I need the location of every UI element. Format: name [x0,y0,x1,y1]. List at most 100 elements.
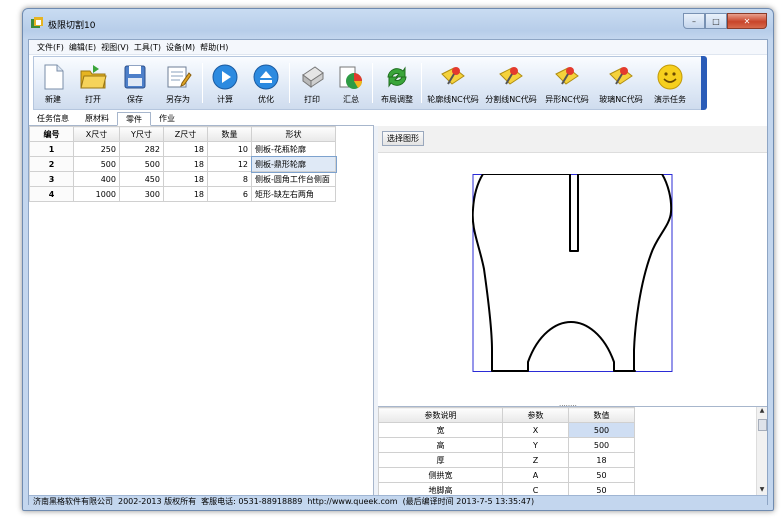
cell-x[interactable]: 500 [73,156,120,172]
column-header-z[interactable]: Z尺寸 [163,126,208,142]
cell-id[interactable]: 1 [29,141,74,157]
title-bar: 极限切割10 – □ ✕ [23,9,773,39]
chart-icon [339,66,363,89]
optimize-label: 优化 [258,95,274,104]
cell-y[interactable]: 300 [119,186,164,202]
menu-tools[interactable]: 工具(T) [134,42,161,53]
column-header-param[interactable]: 参数 [502,407,569,423]
cell-shape[interactable]: 侧板-鼎形轮廓 [250,155,337,173]
summary-button[interactable]: 汇总 [332,57,370,109]
print-button[interactable]: 打印 [292,57,332,109]
split-nc-button[interactable]: 分割线NC代码 [482,57,540,109]
maximize-button[interactable]: □ [705,13,727,29]
cell-value[interactable]: 500 [568,422,635,438]
demo-task-button[interactable]: 演示任务 [648,57,692,109]
cell-param: X [502,422,569,438]
close-button[interactable]: ✕ [727,13,767,29]
cell-shape[interactable]: 侧板-花瓶轮廓 [251,141,336,157]
save-as-button[interactable]: 另存为 [156,57,200,109]
tab-strip: 任务信息 原材料 零件 作业 [29,112,374,126]
menu-device[interactable]: 设备(M) [166,42,195,53]
cell-z[interactable]: 18 [163,156,208,172]
part-outline [472,174,673,372]
column-header-x[interactable]: X尺寸 [73,126,120,142]
scroll-up-icon[interactable]: ▲ [757,407,767,417]
column-header-value[interactable]: 数值 [568,407,635,423]
cell-y[interactable]: 282 [119,141,164,157]
status-bar: 济南黑格软件有限公司 2002-2013 版权所有 客服电话: 0531-889… [29,495,767,506]
column-header-shape[interactable]: 形状 [251,126,336,142]
play-icon [212,64,238,90]
table-row[interactable]: 3 400 450 18 8 侧板-圆角工作台侧面 [29,171,336,187]
nc-code-icon [609,67,633,85]
cell-id[interactable]: 4 [29,186,74,202]
cell-x[interactable]: 250 [73,141,120,157]
cell-param: Y [502,437,569,453]
cell-quantity[interactable]: 10 [207,141,252,157]
new-button[interactable]: 新建 [34,57,72,109]
tab-parts[interactable]: 零件 [117,112,151,126]
bounding-box [472,174,673,372]
parameter-grid: 参数说明 参数 数值 宽 X 500 高 Y 500 厚 Z 18 侧拱宽 A … [378,406,767,498]
table-row[interactable]: 1 250 282 18 10 侧板-花瓶轮廓 [29,141,336,157]
glass-nc-label: 玻璃NC代码 [599,95,643,104]
optimize-button[interactable]: 优化 [245,57,287,109]
cell-value[interactable]: 500 [568,437,635,453]
cell-z[interactable]: 18 [163,186,208,202]
parts-table: 编号 X尺寸 Y尺寸 Z尺寸 数量 形状 1 250 282 18 10 侧板-… [29,126,337,202]
menu-help[interactable]: 帮助(H) [200,42,228,53]
tab-jobs[interactable]: 作业 [151,112,183,125]
shape-toolbar: 选择图形 [378,126,767,153]
column-header-param-desc[interactable]: 参数说明 [378,407,503,423]
save-button[interactable]: 保存 [114,57,156,109]
save-label: 保存 [127,95,143,104]
toolbar-separator [372,63,373,103]
cell-quantity[interactable]: 6 [207,186,252,202]
params-scrollbar[interactable]: ▲ ▼ [756,407,767,496]
select-shape-button[interactable]: 选择图形 [382,131,424,146]
menu-view[interactable]: 视图(V) [101,42,129,53]
layout-adjust-button[interactable]: 布局调整 [375,57,419,109]
table-row-selected[interactable]: 宽 X 500 [378,422,635,438]
table-row[interactable]: 侧拱宽 A 50 [378,467,635,483]
minimize-button[interactable]: – [683,13,705,29]
calc-button[interactable]: 计算 [205,57,245,109]
cell-id[interactable]: 2 [29,156,74,172]
cell-param-desc: 宽 [378,422,503,438]
table-row[interactable]: 厚 Z 18 [378,452,635,468]
toolbar-overflow-chevron[interactable] [701,56,707,110]
column-header-id[interactable]: 编号 [29,126,74,142]
shaped-nc-button[interactable]: 异形NC代码 [540,57,594,109]
table-row[interactable]: 4 1000 300 18 6 矩形-缺左右两角 [29,186,336,202]
table-row-selected[interactable]: 2 500 500 18 12 侧板-鼎形轮廓 [29,155,337,173]
print-label: 打印 [304,95,320,104]
scroll-thumb[interactable] [758,419,767,431]
smiley-icon [657,64,683,90]
cell-z[interactable]: 18 [163,141,208,157]
tab-raw-material[interactable]: 原材料 [77,112,117,125]
menu-edit[interactable]: 编辑(E) [69,42,96,53]
column-header-quantity[interactable]: 数量 [207,126,252,142]
tab-task-info[interactable]: 任务信息 [29,112,77,125]
cell-value[interactable]: 50 [568,467,635,483]
glass-nc-button[interactable]: 玻璃NC代码 [594,57,648,109]
cell-x[interactable]: 1000 [73,186,120,202]
cell-id[interactable]: 3 [29,171,74,187]
table-row[interactable]: 高 Y 500 [378,437,635,453]
menu-file[interactable]: 文件(F) [37,42,64,53]
new-label: 新建 [45,95,61,104]
cell-shape[interactable]: 矩形-缺左右两角 [251,186,336,202]
cell-quantity[interactable]: 12 [207,156,252,172]
cell-z[interactable]: 18 [163,171,208,187]
contour-nc-button[interactable]: 轮廓线NC代码 [424,57,482,109]
params-table: 参数说明 参数 数值 宽 X 500 高 Y 500 厚 Z 18 侧拱宽 A … [378,407,635,498]
cell-x[interactable]: 400 [73,171,120,187]
cell-shape[interactable]: 侧板-圆角工作台侧面 [251,171,336,187]
open-button[interactable]: 打开 [72,57,114,109]
cell-y[interactable]: 450 [119,171,164,187]
cell-quantity[interactable]: 8 [207,171,252,187]
cell-y[interactable]: 500 [119,156,164,172]
column-header-y[interactable]: Y尺寸 [119,126,164,142]
window-title: 极限切割10 [48,21,96,31]
cell-value[interactable]: 18 [568,452,635,468]
